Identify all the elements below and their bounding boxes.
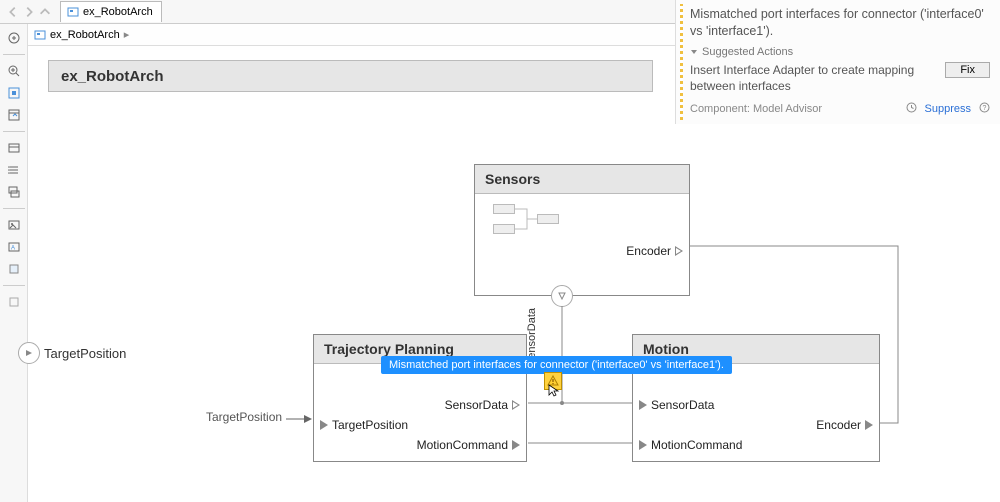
external-input-port[interactable]: TargetPosition [18, 342, 126, 364]
model-icon [34, 29, 46, 41]
breadcrumb: ex_RobotArch ▸ [28, 24, 675, 46]
output-tri-icon [865, 420, 873, 430]
port-sensordata-in[interactable]: SensorData [445, 398, 520, 412]
image-tool-icon[interactable] [4, 215, 24, 235]
fix-button[interactable]: Fix [945, 62, 990, 78]
port-target-in[interactable]: TargetPosition [320, 418, 408, 432]
nav-arrows [2, 5, 56, 19]
suggested-actions-header[interactable]: Suggested Actions [690, 46, 990, 58]
breadcrumb-label[interactable]: ex_RobotArch [50, 29, 120, 41]
list-view-icon[interactable] [4, 160, 24, 180]
block-thumbnail-icon [493, 200, 573, 250]
fit-view-icon[interactable] [4, 83, 24, 103]
output-tri-icon [675, 246, 683, 256]
port-label: Encoder [626, 244, 671, 258]
left-sidebar: A [0, 24, 28, 502]
port-motion-in[interactable]: MotionCommand [639, 438, 742, 452]
back-arrow-icon[interactable] [6, 5, 20, 19]
output-tri-icon [512, 440, 520, 450]
port-sensordata-out[interactable] [551, 285, 573, 307]
annotation-tool-icon[interactable]: A [4, 237, 24, 257]
port-label: SensorData [445, 398, 508, 412]
port-label: MotionCommand [417, 438, 508, 452]
layers-icon[interactable] [4, 182, 24, 202]
port-sensordata-in[interactable]: SensorData [639, 398, 714, 412]
diagnostic-action-row: Insert Interface Adapter to create mappi… [690, 62, 990, 94]
block-trajectory[interactable]: Trajectory Planning SensorData TargetPos… [313, 334, 527, 462]
input-tri-icon [320, 420, 328, 430]
diagnostic-message: Mismatched port interfaces for connector… [690, 6, 990, 40]
help-icon[interactable]: ? [979, 102, 990, 116]
input-tri-icon [639, 440, 647, 450]
chevron-right-icon: ▸ [124, 28, 130, 41]
file-tab-label: ex_RobotArch [83, 6, 153, 18]
svg-text:A: A [11, 246, 15, 252]
input-port-icon [18, 342, 40, 364]
warning-stripe-icon [680, 4, 683, 120]
viewmark-icon[interactable] [4, 292, 24, 312]
block-motion[interactable]: Motion SensorData MotionCommand Encoder [632, 334, 880, 462]
file-tab[interactable]: ex_RobotArch [60, 1, 162, 22]
port-label: Encoder [816, 418, 861, 432]
port-label: TargetPosition [332, 418, 408, 432]
cursor-icon [548, 384, 560, 403]
svg-text:?: ? [983, 105, 987, 112]
zoom-icon[interactable] [4, 61, 24, 81]
external-label: TargetPosition [206, 410, 282, 424]
port-motion-out[interactable]: MotionCommand [417, 438, 520, 452]
hide-browser-icon[interactable] [4, 28, 24, 48]
block-title: Sensors [475, 165, 689, 194]
diagnostic-component-label: Component: Model Advisor [690, 103, 822, 115]
port-label: SensorData [651, 398, 714, 412]
diagnostic-panel: Mismatched port interfaces for connector… [675, 0, 1000, 124]
action-text: Insert Interface Adapter to create mappi… [690, 62, 937, 94]
clock-icon [906, 102, 917, 116]
port-encoder-out[interactable]: Encoder [626, 244, 683, 258]
page-title: ex_RobotArch [48, 60, 653, 92]
toggle-panel-icon[interactable] [4, 138, 24, 158]
forward-arrow-icon[interactable] [22, 5, 36, 19]
block-sensors[interactable]: Sensors Encoder [474, 164, 690, 296]
explorer-bar-icon[interactable] [4, 105, 24, 125]
port-label: TargetPosition [44, 346, 126, 361]
up-arrow-icon[interactable] [38, 5, 52, 19]
model-icon [67, 6, 79, 18]
input-tri-icon [639, 400, 647, 410]
input-tri-icon [512, 400, 520, 410]
suppress-link[interactable]: Suppress [925, 103, 971, 115]
area-tool-icon[interactable] [4, 259, 24, 279]
port-encoder-out[interactable]: Encoder [816, 418, 873, 432]
port-label: MotionCommand [651, 438, 742, 452]
